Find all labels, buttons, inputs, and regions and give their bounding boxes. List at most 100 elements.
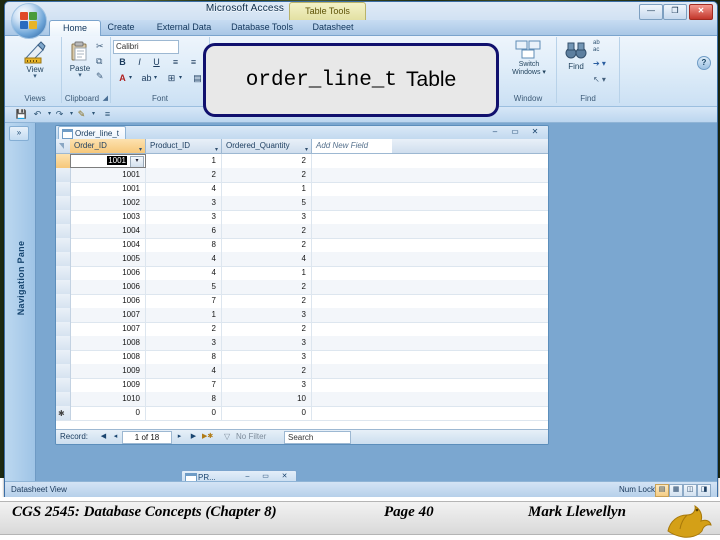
tab-external-data[interactable]: External Data xyxy=(141,20,227,35)
new-cell-product-id[interactable]: 0 xyxy=(146,406,222,420)
save-icon[interactable]: 💾 xyxy=(15,108,28,121)
column-header-ordered-quantity[interactable]: Ordered_Quantity ▾ xyxy=(222,139,312,153)
cell-order-id[interactable]: 1006 xyxy=(70,294,146,308)
cell-ordered-quantity[interactable]: 3 xyxy=(222,336,312,350)
chevron-down-icon[interactable]: ▾ xyxy=(139,143,142,153)
cell-ordered-quantity[interactable]: 3 xyxy=(222,210,312,224)
new-record-button[interactable]: ▶✱ xyxy=(202,431,213,443)
row-selector[interactable] xyxy=(56,392,71,406)
gridlines-dropdown-arrow[interactable]: ▾ xyxy=(179,74,182,81)
cell-product-id[interactable]: 8 xyxy=(146,350,222,364)
cell-product-id[interactable]: 1 xyxy=(146,308,222,322)
new-cell-order-id[interactable]: 0 xyxy=(70,406,146,420)
cell-order-id[interactable]: 1009 xyxy=(70,364,146,378)
row-selector[interactable] xyxy=(56,182,71,196)
table-row[interactable]: 1001 4 1 xyxy=(56,182,548,197)
cell-product-id[interactable]: 4 xyxy=(146,182,222,196)
cell-ordered-quantity[interactable]: 2 xyxy=(222,364,312,378)
chevron-down-icon[interactable]: ▾ xyxy=(130,156,144,167)
last-record-button[interactable]: ▶ xyxy=(188,431,199,443)
document-tab-order-line-t[interactable]: Order_line_t xyxy=(58,126,127,140)
paste-button[interactable]: Paste ▾ xyxy=(65,41,95,79)
cell-order-id[interactable]: 1010 xyxy=(70,392,146,406)
table-row[interactable]: 1008 8 3 xyxy=(56,350,548,365)
cell-product-id[interactable]: 2 xyxy=(146,322,222,336)
navigation-pane-expand-icon[interactable]: » xyxy=(9,126,29,141)
row-selector[interactable] xyxy=(56,364,71,378)
cell-order-id[interactable]: 1001 xyxy=(70,168,146,182)
filter-status-label[interactable]: ▽ No Filter xyxy=(222,430,266,444)
tab-datasheet[interactable]: Datasheet xyxy=(299,20,367,35)
cut-icon[interactable]: ✂ xyxy=(96,41,104,52)
new-cell-ordered-quantity[interactable]: 0 xyxy=(222,406,312,420)
cell-product-id[interactable]: 4 xyxy=(146,266,222,280)
cell-order-id[interactable]: 1007 xyxy=(70,322,146,336)
cell-product-id[interactable]: 6 xyxy=(146,224,222,238)
cell-order-id[interactable]: 1007 xyxy=(70,308,146,322)
cell-product-id[interactable]: 8 xyxy=(146,392,222,406)
table-row[interactable]: 1009 4 2 xyxy=(56,364,548,379)
cell-product-id[interactable]: 7 xyxy=(146,294,222,308)
replace-icon[interactable]: ab ac xyxy=(593,40,600,54)
cell-product-id[interactable]: 3 xyxy=(146,210,222,224)
child-close-button[interactable]: ✕ xyxy=(528,127,542,138)
table-row[interactable]: 1006 4 1 xyxy=(56,266,548,281)
cell-ordered-quantity[interactable]: 2 xyxy=(222,294,312,308)
align-left-button[interactable]: ≡ xyxy=(167,55,184,70)
cell-product-id[interactable]: 4 xyxy=(146,252,222,266)
previous-record-button[interactable]: ◂ xyxy=(110,431,121,443)
cell-ordered-quantity[interactable]: 10 xyxy=(222,392,312,406)
row-selector[interactable] xyxy=(56,154,71,168)
cell-product-id[interactable]: 2 xyxy=(146,168,222,182)
goto-icon[interactable]: ➔ ▾ xyxy=(593,59,606,68)
cell-order-id[interactable]: 1008 xyxy=(70,336,146,350)
close-button[interactable]: ✕ xyxy=(689,4,713,20)
cell-ordered-quantity[interactable]: 3 xyxy=(222,308,312,322)
switch-windows-button[interactable]: Switch Windows ▾ xyxy=(506,40,552,77)
cell-ordered-quantity[interactable]: 5 xyxy=(222,196,312,210)
cell-product-id[interactable]: 5 xyxy=(146,280,222,294)
highlight-dropdown-arrow[interactable]: ▾ xyxy=(154,74,157,81)
first-record-button[interactable]: ◀ xyxy=(98,431,109,443)
bold-button[interactable]: B xyxy=(114,55,131,70)
cell-ordered-quantity[interactable]: 3 xyxy=(222,350,312,364)
cell-product-id[interactable]: 8 xyxy=(146,238,222,252)
cell-product-id[interactable]: 1 xyxy=(146,154,222,168)
cell-ordered-quantity[interactable]: 2 xyxy=(222,168,312,182)
column-header-product-id[interactable]: Product_ID ▾ xyxy=(146,139,222,153)
row-selector[interactable] xyxy=(56,196,71,210)
select-icon[interactable]: ↖ ▾ xyxy=(593,75,606,84)
cell-ordered-quantity[interactable]: 2 xyxy=(222,322,312,336)
row-selector[interactable] xyxy=(56,280,71,294)
chevron-down-icon[interactable]: ▾ xyxy=(215,143,218,153)
design-view-icon[interactable]: ◨ xyxy=(697,484,711,497)
cell-order-id[interactable]: 1003 xyxy=(70,210,146,224)
cell-order-id[interactable]: 1001 ▾ xyxy=(70,154,146,168)
table-row[interactable]: 1002 3 5 xyxy=(56,196,548,211)
cell-order-id[interactable]: 1006 xyxy=(70,266,146,280)
italic-button[interactable]: I xyxy=(131,55,148,70)
table-row[interactable]: 1007 2 2 xyxy=(56,322,548,337)
cell-ordered-quantity[interactable]: 2 xyxy=(222,280,312,294)
child-minimize-button[interactable]: – xyxy=(488,127,502,138)
align-center-button[interactable]: ≡ xyxy=(185,55,202,70)
cell-ordered-quantity[interactable]: 2 xyxy=(222,238,312,252)
table-row[interactable]: 1004 8 2 xyxy=(56,238,548,253)
datasheet-view-icon[interactable]: ▤ xyxy=(655,484,669,497)
underline-button[interactable]: U xyxy=(148,55,165,70)
table-row[interactable]: 1009 7 3 xyxy=(56,378,548,393)
table-row[interactable]: 1004 6 2 xyxy=(56,224,548,239)
table-row[interactable]: 1003 3 3 xyxy=(56,210,548,225)
pivottable-view-icon[interactable]: ▦ xyxy=(669,484,683,497)
table-row[interactable]: 1005 4 4 xyxy=(56,252,548,267)
child-restore-button[interactable]: ▭ xyxy=(508,127,522,138)
row-selector[interactable] xyxy=(56,350,71,364)
help-icon[interactable]: ? xyxy=(697,56,711,70)
table-row[interactable]: 1006 7 2 xyxy=(56,294,548,309)
cell-order-id[interactable]: 1004 xyxy=(70,224,146,238)
custom-dropdown-arrow[interactable]: ▾ xyxy=(87,108,100,121)
new-record-row[interactable]: ✱ 0 0 0 xyxy=(56,406,548,421)
chevron-down-icon[interactable]: ▾ xyxy=(305,143,308,153)
pivotchart-view-icon[interactable]: ◫ xyxy=(683,484,697,497)
table-row[interactable]: 1001 ▾ 1 2 xyxy=(56,154,548,169)
